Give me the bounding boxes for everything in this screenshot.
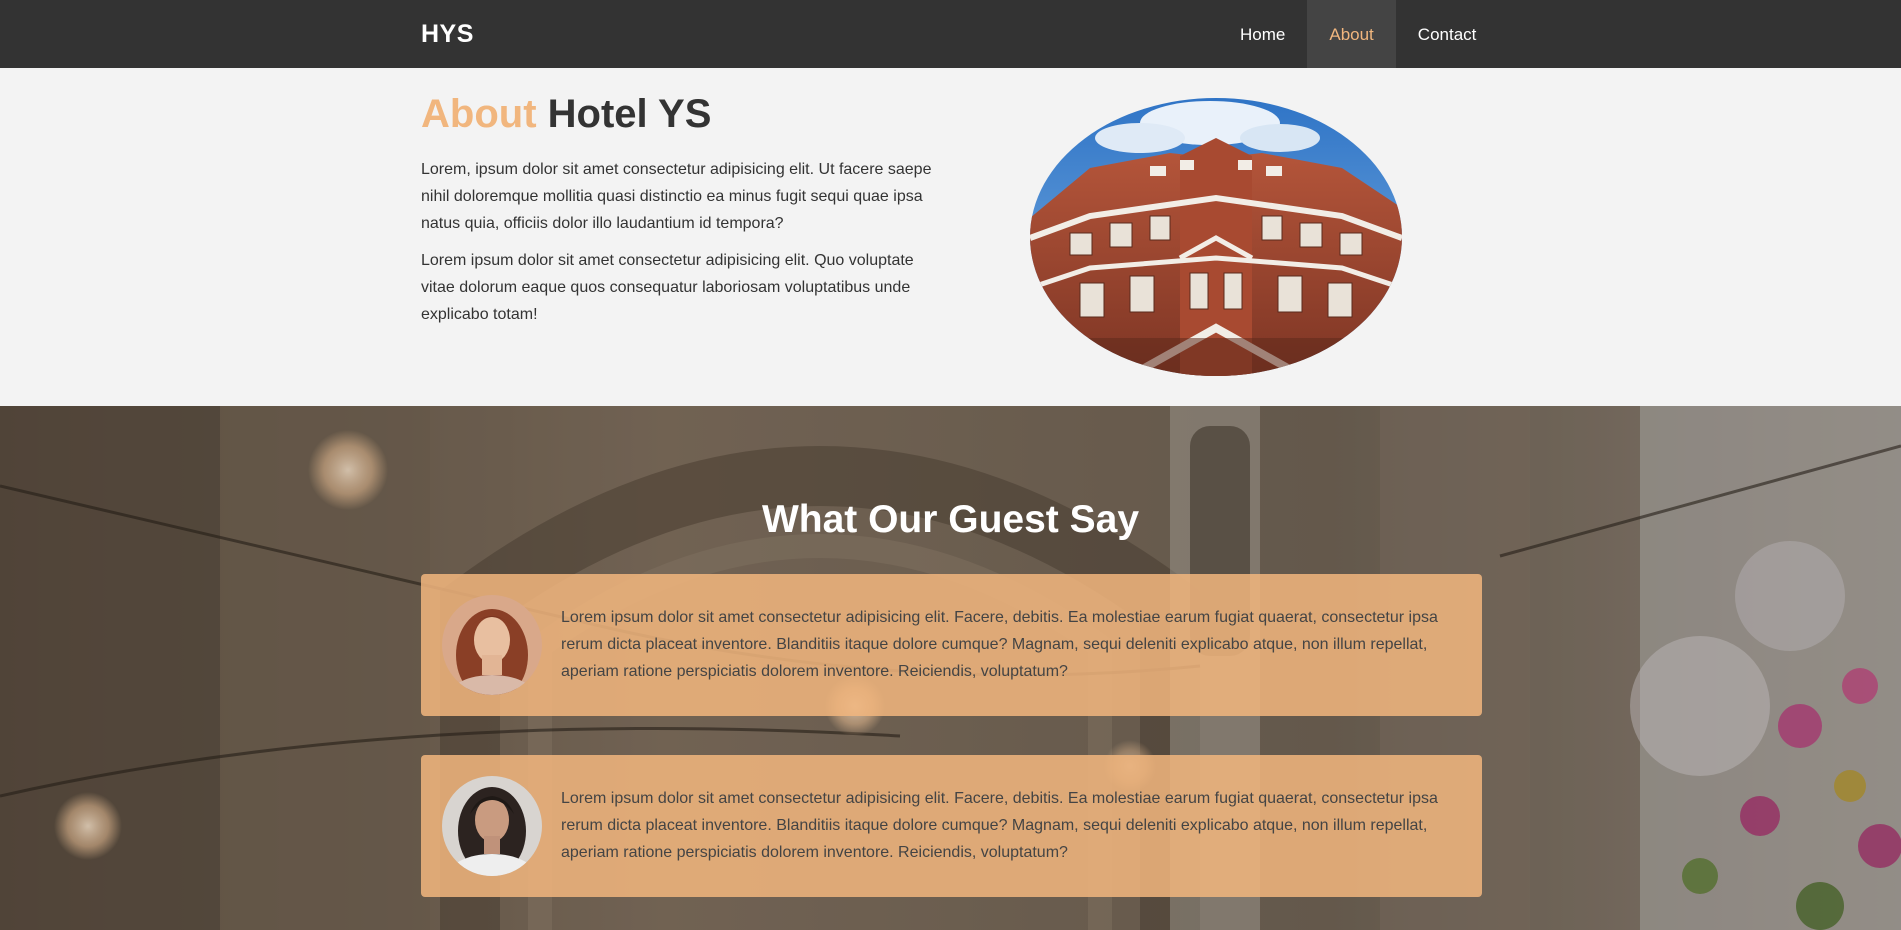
about-title-accent: About — [421, 92, 537, 136]
testimonials-title: What Our Guest Say — [761, 498, 1140, 541]
about-text: Lorem, ipsum dolor sit amet consectetur … — [421, 156, 941, 338]
top-navbar: HYS Home About Contact — [0, 0, 1901, 68]
guest-avatar — [442, 595, 542, 695]
about-paragraph: Lorem, ipsum dolor sit amet consectetur … — [421, 161, 932, 232]
testimonial-card: Lorem ipsum dolor sit amet consectetur a… — [421, 574, 1482, 716]
about-paragraph: Lorem ipsum dolor sit amet consectetur a… — [421, 252, 914, 323]
guest-avatar — [442, 776, 542, 876]
nav-link-about[interactable]: About — [1307, 0, 1396, 68]
about-title-rest: Hotel YS — [547, 92, 712, 136]
testimonials-section: What Our Guest Say Lorem ipsum dolor sit… — [0, 406, 1901, 930]
brand-logo[interactable]: HYS — [421, 20, 474, 49]
about-title: About Hotel YS — [421, 92, 711, 137]
testimonial-card: Lorem ipsum dolor sit amet consectetur a… — [421, 755, 1482, 897]
about-section: About Hotel YS Lorem, ipsum dolor sit am… — [0, 68, 1901, 406]
nav-link-contact[interactable]: Contact — [1396, 0, 1499, 68]
hotel-building-image — [1030, 98, 1402, 376]
testimonial-text: Lorem ipsum dolor sit amet consectetur a… — [561, 609, 1438, 680]
testimonial-text: Lorem ipsum dolor sit amet consectetur a… — [561, 790, 1438, 861]
nav-link-home[interactable]: Home — [1218, 0, 1307, 68]
main-nav: Home About Contact — [1218, 0, 1498, 68]
